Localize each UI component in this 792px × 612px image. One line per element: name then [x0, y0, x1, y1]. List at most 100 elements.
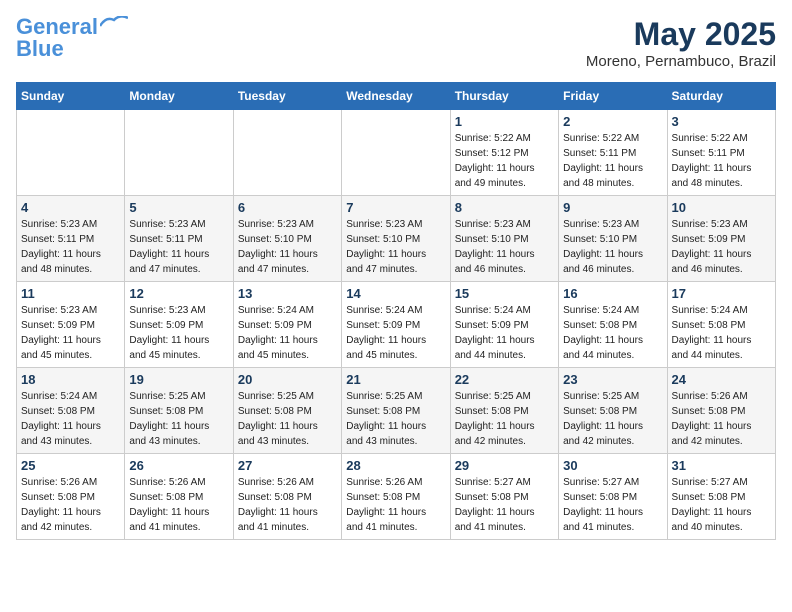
- day-info: Sunrise: 5:25 AM Sunset: 5:08 PM Dayligh…: [346, 389, 445, 449]
- day-info: Sunrise: 5:22 AM Sunset: 5:11 PM Dayligh…: [563, 131, 662, 191]
- calendar-cell: 3Sunrise: 5:22 AM Sunset: 5:11 PM Daylig…: [667, 110, 775, 196]
- day-info: Sunrise: 5:26 AM Sunset: 5:08 PM Dayligh…: [238, 475, 337, 535]
- calendar-cell: 7 Sunrise: 5:23 AM Sunset: 5:10 PM Daylig…: [342, 196, 450, 282]
- calendar-cell: 31 Sunrise: 5:27 AM Sunset: 5:08 PM Dayli…: [667, 454, 775, 540]
- day-info: Sunrise: 5:23 AM Sunset: 5:09 PM Dayligh…: [21, 303, 120, 363]
- day-number: 5: [129, 200, 228, 215]
- day-number: 9: [563, 200, 662, 215]
- month-year-title: May 2025: [586, 16, 776, 53]
- day-info: Sunrise: 5:22 AM Sunset: 5:11 PM Dayligh…: [672, 131, 771, 191]
- weekday-header: Wednesday: [342, 83, 450, 110]
- day-number: 7: [346, 200, 445, 215]
- title-block: May 2025 Moreno, Pernambuco, Brazil: [586, 16, 776, 70]
- day-info: Sunrise: 5:26 AM Sunset: 5:08 PM Dayligh…: [129, 475, 228, 535]
- calendar-cell: 29 Sunrise: 5:27 AM Sunset: 5:08 PM Dayli…: [450, 454, 558, 540]
- weekday-header: Tuesday: [233, 83, 341, 110]
- calendar-cell: 10 Sunrise: 5:23 AM Sunset: 5:09 PM Dayli…: [667, 196, 775, 282]
- weekday-header: Monday: [125, 83, 233, 110]
- day-info: Sunrise: 5:23 AM Sunset: 5:11 PM Dayligh…: [21, 217, 120, 277]
- calendar-week-row: 11 Sunrise: 5:23 AM Sunset: 5:09 PM Dayli…: [17, 282, 776, 368]
- day-number: 25: [21, 458, 120, 473]
- day-number: 19: [129, 372, 228, 387]
- day-number: 18: [21, 372, 120, 387]
- day-info: Sunrise: 5:25 AM Sunset: 5:08 PM Dayligh…: [238, 389, 337, 449]
- calendar-week-row: 18 Sunrise: 5:24 AM Sunset: 5:08 PM Dayli…: [17, 368, 776, 454]
- calendar-cell: [233, 110, 341, 196]
- day-number: 23: [563, 372, 662, 387]
- calendar-cell: 27Sunrise: 5:26 AM Sunset: 5:08 PM Dayli…: [233, 454, 341, 540]
- day-info: Sunrise: 5:26 AM Sunset: 5:08 PM Dayligh…: [346, 475, 445, 535]
- day-info: Sunrise: 5:24 AM Sunset: 5:09 PM Dayligh…: [238, 303, 337, 363]
- day-number: 2: [563, 114, 662, 129]
- day-number: 1: [455, 114, 554, 129]
- calendar-cell: 21 Sunrise: 5:25 AM Sunset: 5:08 PM Dayli…: [342, 368, 450, 454]
- day-info: Sunrise: 5:23 AM Sunset: 5:09 PM Dayligh…: [672, 217, 771, 277]
- day-number: 31: [672, 458, 771, 473]
- day-number: 13: [238, 286, 337, 301]
- calendar-cell: 9 Sunrise: 5:23 AM Sunset: 5:10 PM Daylig…: [559, 196, 667, 282]
- day-info: Sunrise: 5:23 AM Sunset: 5:09 PM Dayligh…: [129, 303, 228, 363]
- calendar-cell: 22 Sunrise: 5:25 AM Sunset: 5:08 PM Dayli…: [450, 368, 558, 454]
- day-number: 16: [563, 286, 662, 301]
- day-number: 10: [672, 200, 771, 215]
- calendar-cell: 5Sunrise: 5:23 AM Sunset: 5:11 PM Daylig…: [125, 196, 233, 282]
- calendar-cell: [125, 110, 233, 196]
- day-number: 21: [346, 372, 445, 387]
- day-number: 11: [21, 286, 120, 301]
- calendar-cell: 28 Sunrise: 5:26 AM Sunset: 5:08 PM Dayli…: [342, 454, 450, 540]
- calendar-cell: 15 Sunrise: 5:24 AM Sunset: 5:09 PM Dayli…: [450, 282, 558, 368]
- day-info: Sunrise: 5:26 AM Sunset: 5:08 PM Dayligh…: [672, 389, 771, 449]
- calendar-cell: 19 Sunrise: 5:25 AM Sunset: 5:08 PM Dayli…: [125, 368, 233, 454]
- day-info: Sunrise: 5:25 AM Sunset: 5:08 PM Dayligh…: [455, 389, 554, 449]
- calendar-cell: 12 Sunrise: 5:23 AM Sunset: 5:09 PM Dayli…: [125, 282, 233, 368]
- day-info: Sunrise: 5:24 AM Sunset: 5:09 PM Dayligh…: [346, 303, 445, 363]
- calendar-cell: 16Sunrise: 5:24 AM Sunset: 5:08 PM Dayli…: [559, 282, 667, 368]
- calendar-week-row: 4 Sunrise: 5:23 AM Sunset: 5:11 PM Daylig…: [17, 196, 776, 282]
- day-info: Sunrise: 5:24 AM Sunset: 5:08 PM Dayligh…: [21, 389, 120, 449]
- logo: General Blue: [16, 16, 128, 60]
- day-number: 6: [238, 200, 337, 215]
- day-number: 28: [346, 458, 445, 473]
- calendar-cell: 1 Sunrise: 5:22 AM Sunset: 5:12 PM Daylig…: [450, 110, 558, 196]
- day-info: Sunrise: 5:27 AM Sunset: 5:08 PM Dayligh…: [672, 475, 771, 535]
- day-info: Sunrise: 5:24 AM Sunset: 5:08 PM Dayligh…: [672, 303, 771, 363]
- day-number: 22: [455, 372, 554, 387]
- logo-text: General Blue: [16, 16, 98, 60]
- day-info: Sunrise: 5:23 AM Sunset: 5:10 PM Dayligh…: [346, 217, 445, 277]
- day-number: 17: [672, 286, 771, 301]
- day-info: Sunrise: 5:23 AM Sunset: 5:10 PM Dayligh…: [563, 217, 662, 277]
- calendar-cell: 6 Sunrise: 5:23 AM Sunset: 5:10 PM Daylig…: [233, 196, 341, 282]
- day-number: 29: [455, 458, 554, 473]
- calendar-cell: 4 Sunrise: 5:23 AM Sunset: 5:11 PM Daylig…: [17, 196, 125, 282]
- day-number: 15: [455, 286, 554, 301]
- calendar-cell: 2 Sunrise: 5:22 AM Sunset: 5:11 PM Daylig…: [559, 110, 667, 196]
- calendar-week-row: 25 Sunrise: 5:26 AM Sunset: 5:08 PM Dayli…: [17, 454, 776, 540]
- day-info: Sunrise: 5:25 AM Sunset: 5:08 PM Dayligh…: [129, 389, 228, 449]
- weekday-header: Saturday: [667, 83, 775, 110]
- calendar-cell: 18 Sunrise: 5:24 AM Sunset: 5:08 PM Dayli…: [17, 368, 125, 454]
- calendar-cell: 14Sunrise: 5:24 AM Sunset: 5:09 PM Dayli…: [342, 282, 450, 368]
- calendar-cell: 24Sunrise: 5:26 AM Sunset: 5:08 PM Dayli…: [667, 368, 775, 454]
- calendar-cell: 8Sunrise: 5:23 AM Sunset: 5:10 PM Daylig…: [450, 196, 558, 282]
- calendar-cell: 30Sunrise: 5:27 AM Sunset: 5:08 PM Dayli…: [559, 454, 667, 540]
- day-number: 4: [21, 200, 120, 215]
- day-info: Sunrise: 5:25 AM Sunset: 5:08 PM Dayligh…: [563, 389, 662, 449]
- calendar-cell: 13 Sunrise: 5:24 AM Sunset: 5:09 PM Dayli…: [233, 282, 341, 368]
- weekday-header: Friday: [559, 83, 667, 110]
- calendar-cell: 26Sunrise: 5:26 AM Sunset: 5:08 PM Dayli…: [125, 454, 233, 540]
- calendar-table: SundayMondayTuesdayWednesdayThursdayFrid…: [16, 82, 776, 540]
- day-number: 12: [129, 286, 228, 301]
- day-info: Sunrise: 5:22 AM Sunset: 5:12 PM Dayligh…: [455, 131, 554, 191]
- day-info: Sunrise: 5:27 AM Sunset: 5:08 PM Dayligh…: [455, 475, 554, 535]
- day-number: 20: [238, 372, 337, 387]
- calendar-week-row: 1 Sunrise: 5:22 AM Sunset: 5:12 PM Daylig…: [17, 110, 776, 196]
- day-number: 8: [455, 200, 554, 215]
- calendar-cell: 17 Sunrise: 5:24 AM Sunset: 5:08 PM Dayli…: [667, 282, 775, 368]
- logo-bird-icon: [100, 16, 128, 36]
- day-info: Sunrise: 5:23 AM Sunset: 5:10 PM Dayligh…: [238, 217, 337, 277]
- day-number: 30: [563, 458, 662, 473]
- weekday-header: Thursday: [450, 83, 558, 110]
- day-info: Sunrise: 5:24 AM Sunset: 5:09 PM Dayligh…: [455, 303, 554, 363]
- calendar-cell: 23 Sunrise: 5:25 AM Sunset: 5:08 PM Dayli…: [559, 368, 667, 454]
- day-info: Sunrise: 5:26 AM Sunset: 5:08 PM Dayligh…: [21, 475, 120, 535]
